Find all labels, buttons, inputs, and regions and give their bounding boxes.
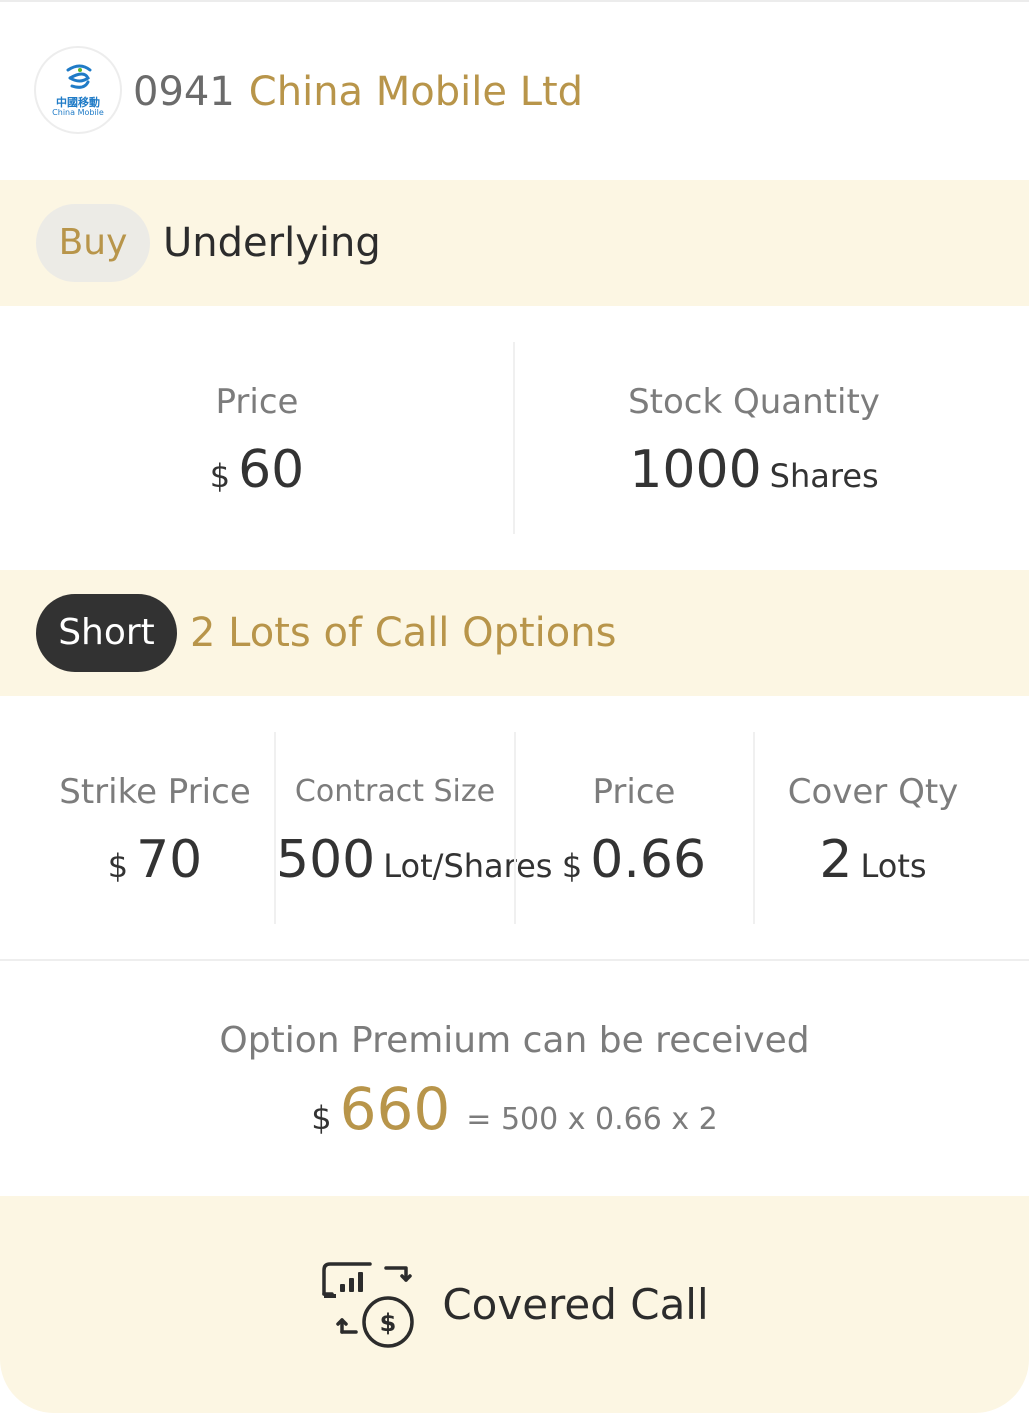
strategy-label: Covered Call — [442, 1279, 709, 1329]
underlying-stats: Price $60 Stock Quantity 1000 Shares — [0, 306, 1029, 570]
strike-price: Strike Price $70 — [36, 770, 274, 902]
options-stats: Strike Price $70 Contract Size 500 Lot/Sh… — [0, 696, 1029, 960]
strike-number: 70 — [136, 830, 203, 890]
covered-call-icon: $ — [322, 1262, 415, 1348]
section-divider — [0, 959, 1029, 961]
currency-symbol: $ — [107, 847, 129, 885]
contract-size: Contract Size 500 Lot/Shares — [276, 770, 552, 902]
options-title: 2 Lots of Call Options — [190, 610, 617, 656]
option-price-value: $0.66 — [516, 830, 752, 902]
strategy-footer: $ Covered Call — [0, 1196, 1029, 1413]
price-number: 60 — [238, 440, 305, 500]
short-badge: Short — [36, 594, 177, 672]
premium-row: $660 = 500 x 0.66 x 2 — [0, 1074, 1029, 1159]
currency-symbol: $ — [209, 457, 231, 495]
cover-qty-label: Cover Qty — [787, 772, 959, 812]
stock-name: China Mobile Ltd — [248, 69, 584, 115]
svg-text:$: $ — [380, 1309, 397, 1337]
quantity-number: 1000 — [629, 440, 762, 500]
cover-qty: Cover Qty 2 Lots — [755, 770, 991, 902]
currency-symbol: $ — [561, 847, 583, 885]
option-price-label: Price — [592, 772, 676, 812]
quantity-unit: Shares — [769, 457, 879, 495]
stock-header: 中國移動 China Mobile 0941 China Mobile Ltd — [0, 2, 1029, 180]
cover-qty-unit: Lots — [860, 847, 927, 885]
option-price: Price $0.66 — [516, 770, 752, 902]
underlying-title: Underlying — [163, 220, 381, 266]
cover-qty-number: 2 — [819, 830, 853, 890]
strategy-row: $ Covered Call — [0, 1258, 1029, 1354]
strike-price-label: Strike Price — [59, 772, 251, 812]
strike-price-value: $70 — [36, 830, 274, 902]
contract-size-number: 500 — [276, 830, 376, 890]
underlying-section-header: Buy Underlying — [0, 180, 1029, 306]
cover-qty-value: 2 Lots — [755, 830, 991, 902]
stock-code: 0941 — [133, 69, 235, 115]
underlying-price: Price $60 — [0, 380, 514, 512]
contract-size-value: 500 Lot/Shares — [276, 830, 552, 902]
premium-value: 660 — [339, 1075, 451, 1143]
underlying-price-value: $60 — [0, 440, 514, 512]
contract-size-label: Contract Size — [294, 774, 496, 809]
currency-symbol: $ — [311, 1099, 332, 1137]
stock-title: 0941 China Mobile Ltd — [133, 68, 583, 116]
stock-quantity-label: Stock Quantity — [628, 382, 880, 422]
buy-badge: Buy — [36, 204, 150, 282]
premium-formula: = 500 x 0.66 x 2 — [466, 1102, 718, 1137]
china-mobile-logo-icon — [66, 64, 92, 89]
underlying-price-label: Price — [215, 382, 299, 422]
china-mobile-logo: 中國移動 China Mobile — [34, 46, 122, 134]
stock-quantity-value: 1000 Shares — [514, 440, 994, 512]
premium-label: Option Premium can be received — [219, 1020, 810, 1061]
option-price-number: 0.66 — [590, 830, 707, 890]
stock-quantity: Stock Quantity 1000 Shares — [514, 380, 994, 512]
options-section-header: Short 2 Lots of Call Options — [0, 570, 1029, 696]
logo-english-text: China Mobile — [52, 108, 104, 117]
option-premium: Option Premium can be received $660 = 500… — [0, 1018, 1029, 1159]
